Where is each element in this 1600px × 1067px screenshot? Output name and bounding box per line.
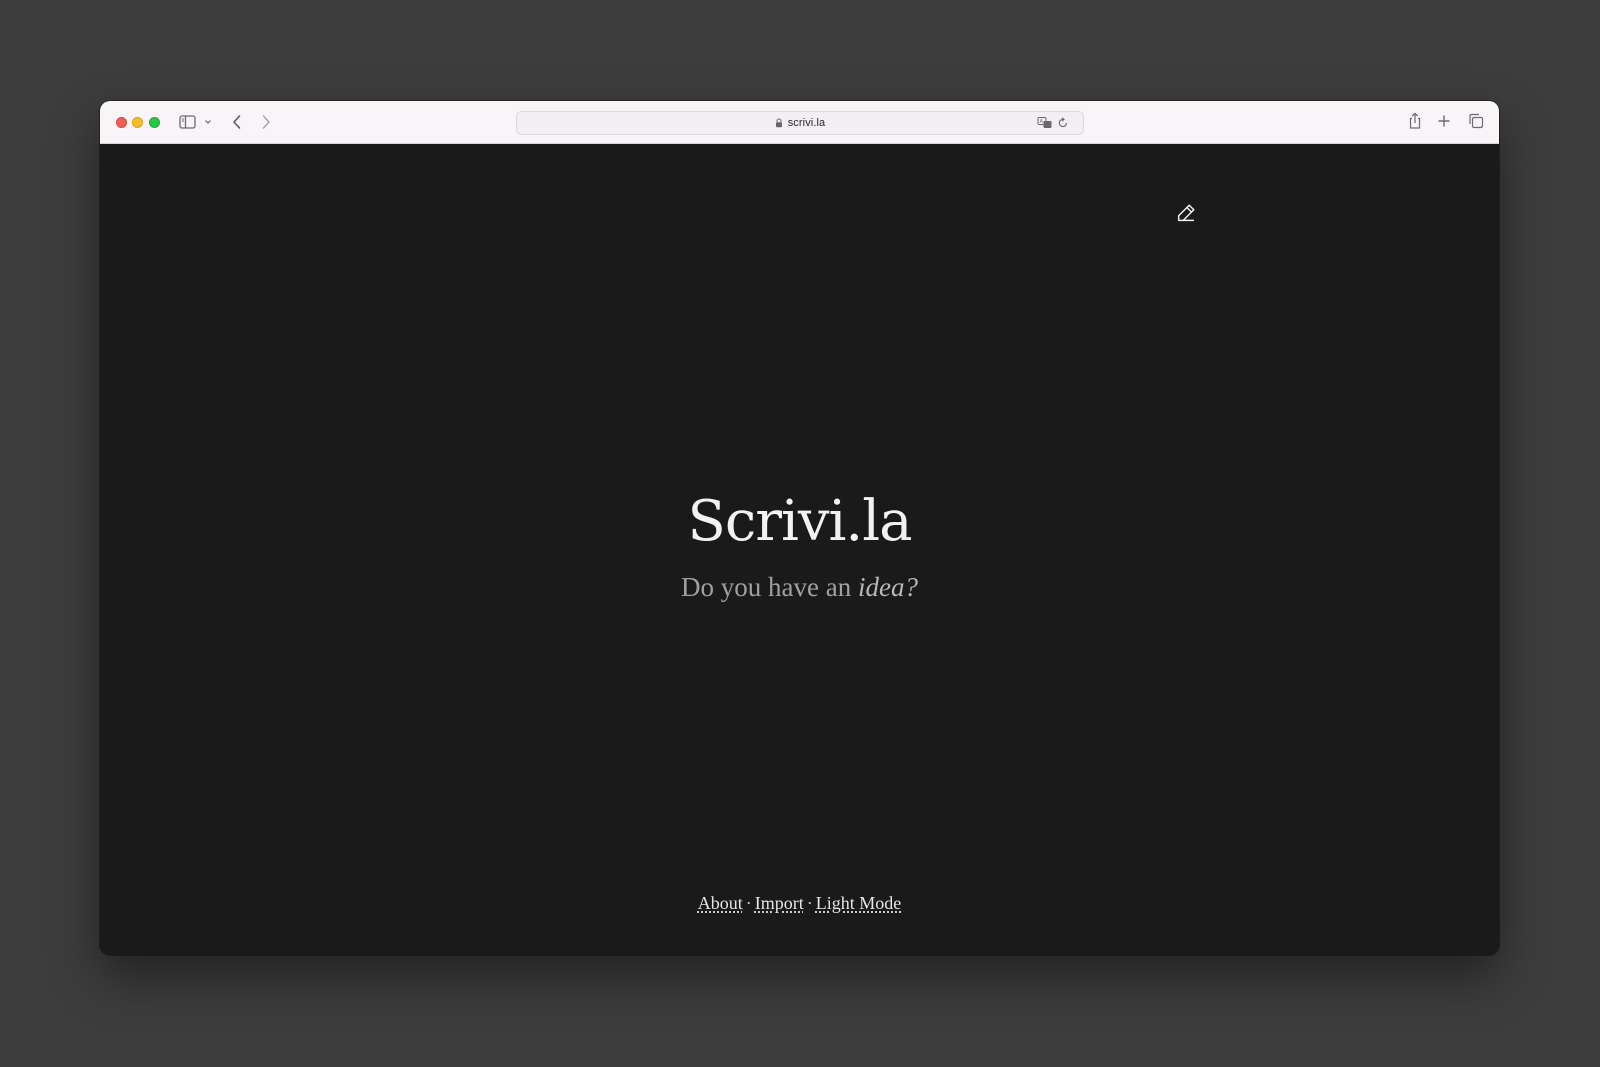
footer-links: About · Import · Light Mode	[100, 893, 1499, 914]
plus-icon[interactable]	[1437, 114, 1451, 128]
pencil-icon[interactable]	[1175, 202, 1197, 224]
minimize-window-button[interactable]	[132, 117, 143, 128]
sidebar-icon[interactable]	[179, 114, 197, 130]
tabs-overview-icon[interactable]	[1468, 113, 1484, 129]
chevron-down-icon[interactable]	[204, 118, 212, 126]
about-link[interactable]: About	[698, 893, 743, 913]
subtitle-emphasis: idea?	[857, 572, 918, 602]
address-bar[interactable]: scrivi.la A	[516, 111, 1084, 135]
url-text: scrivi.la	[787, 117, 826, 129]
footer-separator: ·	[806, 893, 813, 913]
svg-text:A: A	[1040, 119, 1044, 125]
subtitle-prefix: Do you have an	[681, 572, 858, 602]
page-content: Scrivi.la Do you have an idea? About · Imp…	[100, 144, 1499, 955]
reload-icon[interactable]	[1057, 117, 1069, 129]
light-mode-link[interactable]: Light Mode	[816, 893, 902, 913]
browser-window: scrivi.la A Scrivi.la Do you have an ide…	[100, 101, 1499, 955]
chevron-left-icon[interactable]	[230, 113, 244, 131]
close-window-button[interactable]	[116, 117, 127, 128]
zoom-window-button[interactable]	[149, 117, 160, 128]
page-subtitle: Do you have an idea?	[100, 572, 1499, 603]
lock-icon	[775, 118, 782, 128]
import-link[interactable]: Import	[755, 893, 804, 913]
browser-toolbar: scrivi.la A	[100, 101, 1499, 144]
chevron-right-icon[interactable]	[259, 113, 273, 131]
translate-icon[interactable]: A	[1037, 116, 1053, 130]
footer-separator: ·	[745, 893, 752, 913]
page-title: Scrivi.la	[687, 489, 912, 554]
share-icon[interactable]	[1407, 112, 1423, 130]
